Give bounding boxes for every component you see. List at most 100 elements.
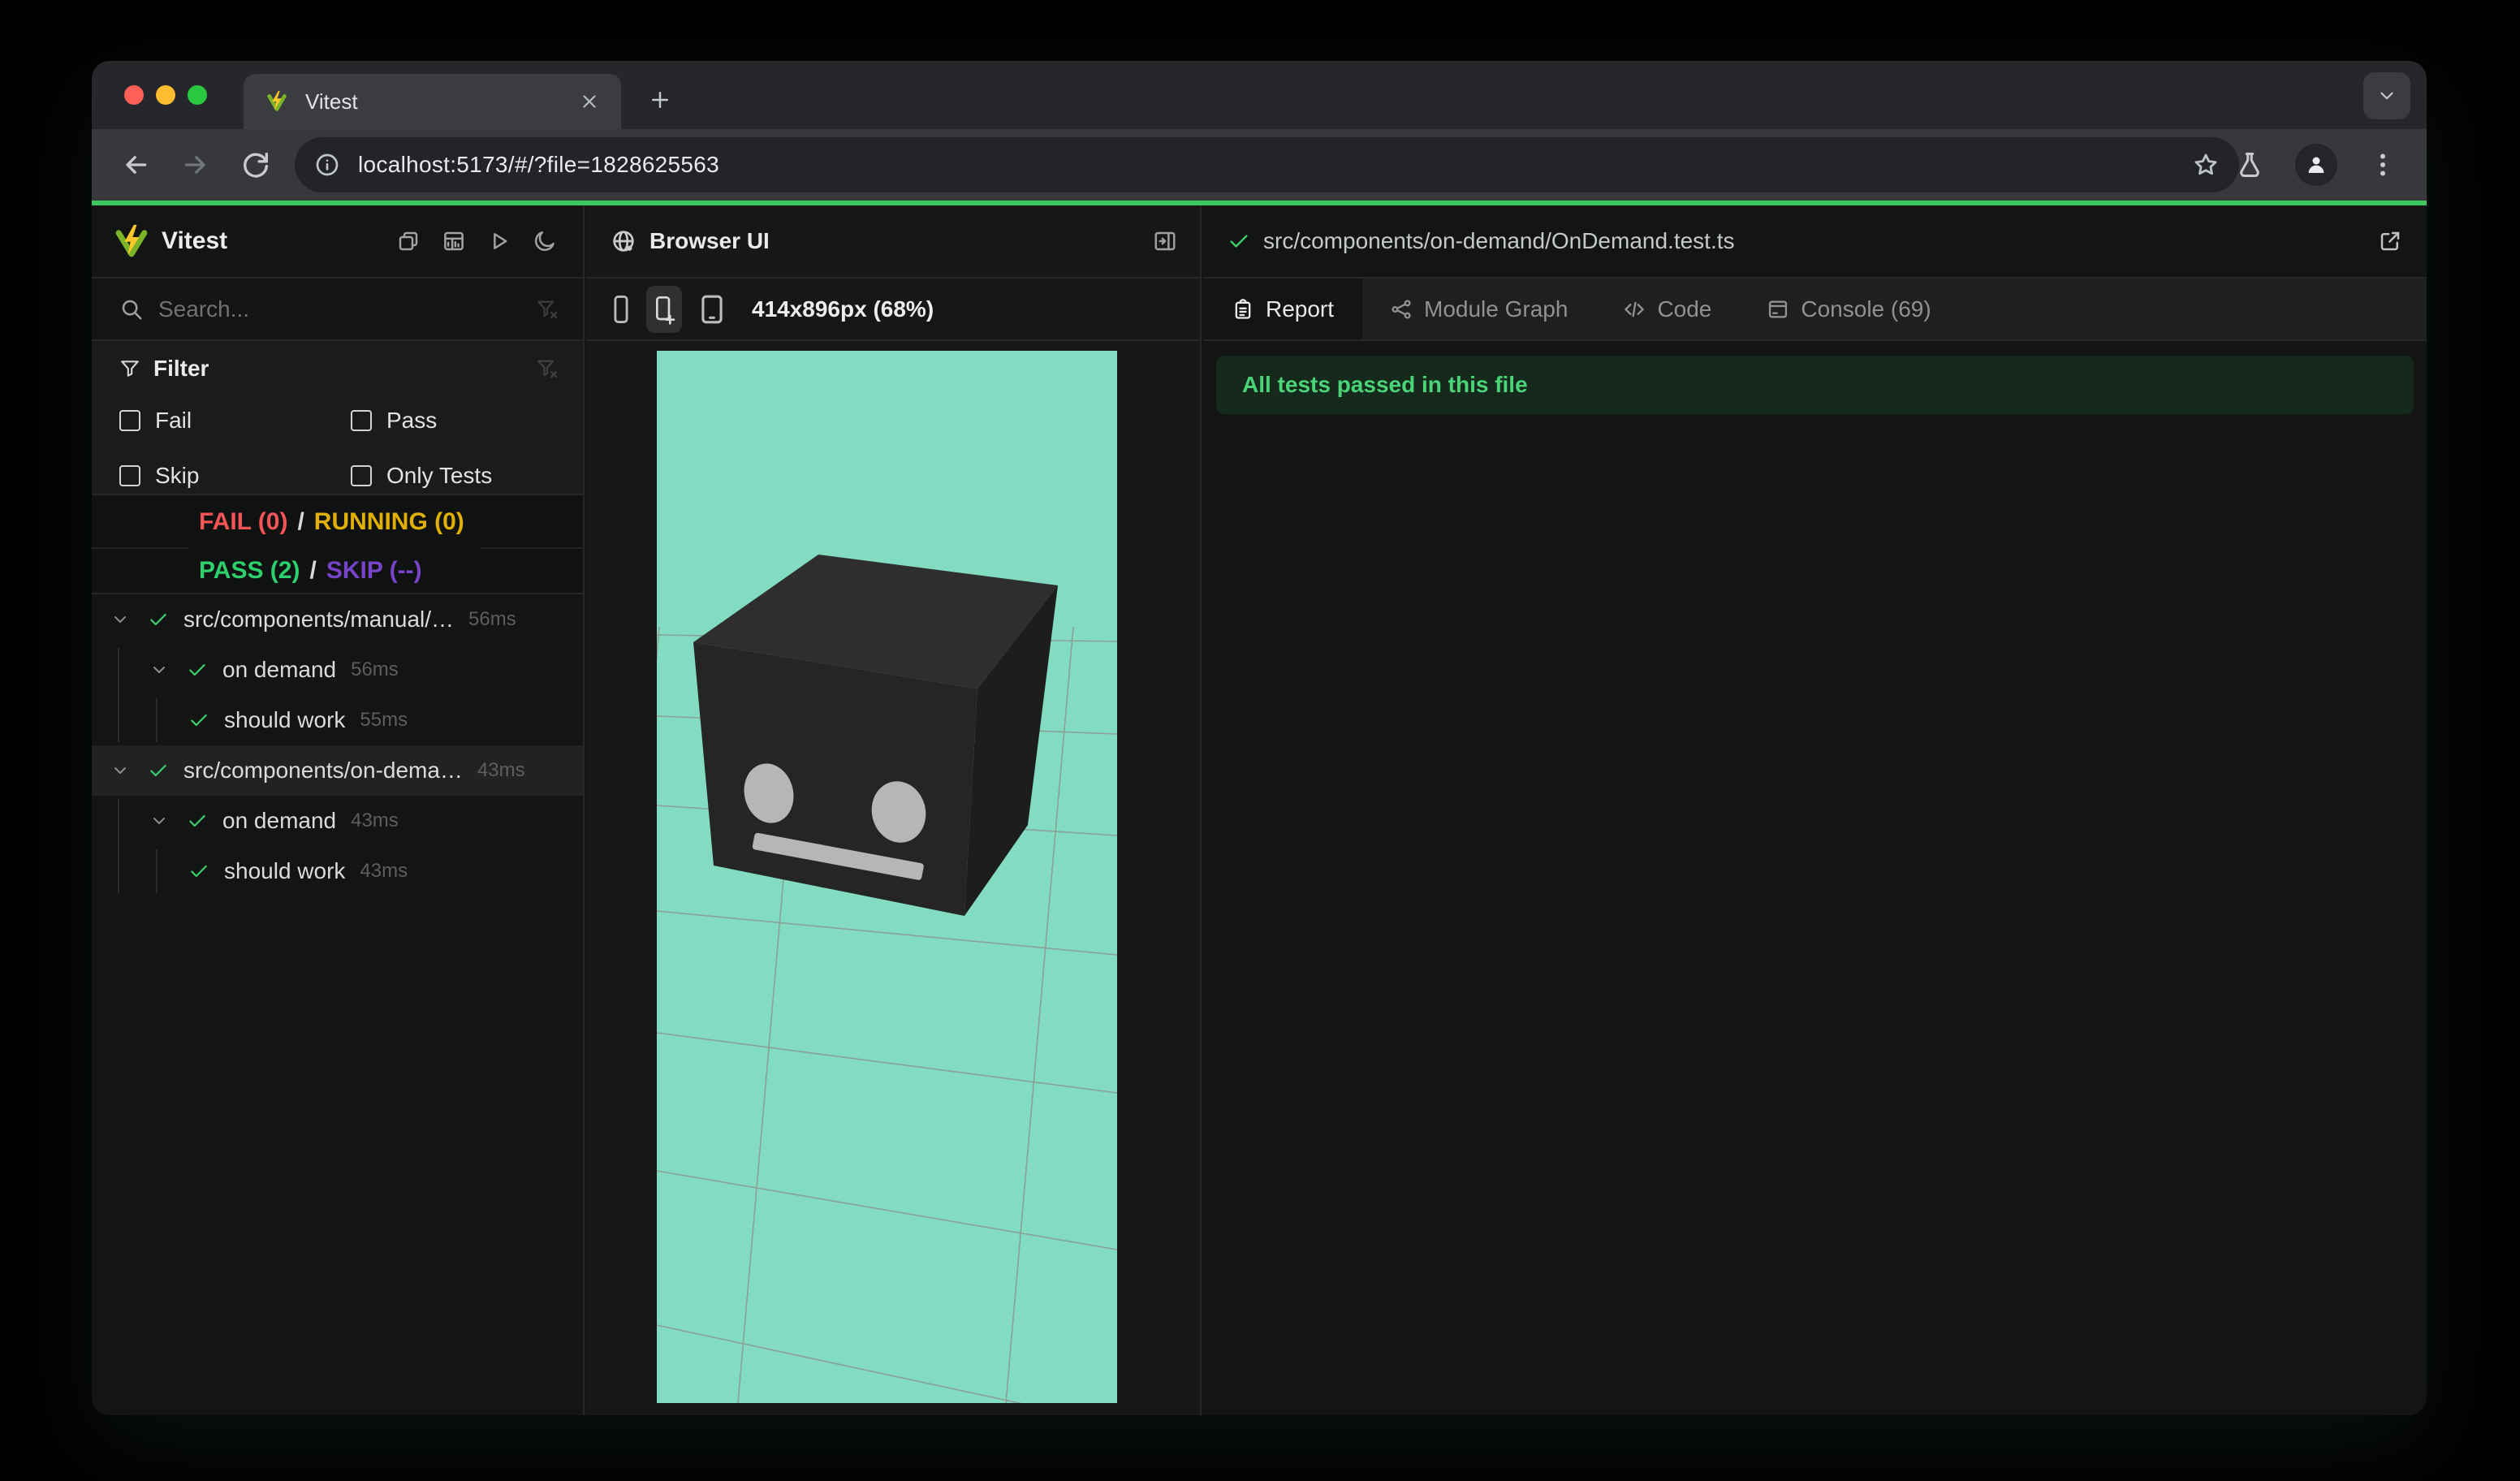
chevron-down-icon[interactable] [149, 660, 169, 680]
back-button[interactable] [119, 149, 152, 181]
chevron-down-icon[interactable] [110, 761, 130, 780]
dark-mode-moon-icon[interactable] [533, 229, 557, 253]
close-window-button[interactable] [124, 85, 144, 105]
tab-report[interactable]: Report [1203, 278, 1362, 339]
checkbox[interactable] [351, 410, 372, 431]
test-file-row-selected[interactable]: src/components/on-dema… 43ms [92, 745, 583, 796]
pass-check-icon [150, 613, 166, 626]
separator: / [297, 508, 304, 535]
banner-text: All tests passed in this file [1242, 372, 1528, 397]
clear-filter-icon[interactable] [536, 298, 559, 321]
browser-tab[interactable]: Vitest [244, 74, 621, 129]
device-phone-small-icon[interactable] [607, 293, 635, 326]
sidebar-header: Vitest [92, 205, 583, 278]
test-suite-row[interactable]: on demand 56ms [92, 645, 583, 695]
tab-label: Console (69) [1801, 296, 1931, 322]
test-label: should work [224, 707, 346, 732]
filter-option-fail[interactable]: Fail [119, 408, 192, 434]
divider [481, 547, 585, 549]
reload-button[interactable] [239, 149, 272, 181]
test-case-row[interactable]: should work 55ms [92, 695, 583, 745]
new-tab-button[interactable] [637, 77, 683, 123]
collapse-windows-icon[interactable] [396, 229, 421, 253]
pass-check-icon [189, 814, 205, 827]
app-title: Vitest [162, 227, 228, 254]
checkbox[interactable] [119, 410, 140, 431]
chevron-down-icon [2380, 92, 2393, 100]
profile-avatar[interactable] [2295, 144, 2337, 186]
pass-check-icon [191, 714, 207, 727]
minimize-window-button[interactable] [156, 85, 175, 105]
report-tab-bar: Report Module Graph Code Console (69) [1203, 278, 2427, 341]
fail-count: FAIL (0) [199, 508, 288, 535]
device-phone-plus-icon [656, 296, 675, 325]
test-file-row[interactable]: src/components/manual/… 56ms [92, 594, 583, 645]
threejs-scene [657, 555, 1117, 1403]
pass-check-icon [189, 663, 205, 676]
tab-search-button[interactable] [2363, 72, 2410, 119]
test-case-row[interactable]: should work 43ms [92, 846, 583, 896]
back-icon [126, 156, 147, 174]
tab-module-graph[interactable]: Module Graph [1362, 278, 1595, 339]
viewport-size-label: 414x896px (68%) [752, 296, 934, 322]
open-external-icon[interactable] [2378, 229, 2402, 253]
device-phone-active-button[interactable] [646, 285, 682, 333]
browser-ui-title: Browser UI [649, 228, 770, 253]
checkbox[interactable] [119, 465, 140, 486]
chevron-down-icon[interactable] [149, 811, 169, 831]
test-suite-row[interactable]: on demand 43ms [92, 796, 583, 846]
pass-check-icon [150, 764, 166, 777]
menu-dots-icon[interactable] [2368, 150, 2397, 179]
dashboard-icon[interactable] [442, 229, 466, 253]
checkbox-label: Pass [386, 408, 438, 433]
search-input[interactable] [158, 296, 467, 322]
code-icon [1625, 301, 1645, 317]
status-line-pass-skip: PASS (2) / SKIP (--) [199, 546, 422, 596]
test-label: src/components/manual/… [183, 607, 455, 632]
tab-label: Report [1265, 296, 1335, 322]
test-duration: 43ms [477, 759, 525, 781]
checkbox-label: Only Tests [386, 463, 493, 488]
clear-filter-icon[interactable] [536, 357, 559, 380]
bookmark-star-icon[interactable] [2192, 151, 2220, 179]
all-tests-passed-banner: All tests passed in this file [1216, 356, 2414, 414]
panel-right-toggle-icon[interactable] [1153, 229, 1177, 253]
sidebar-actions [396, 229, 583, 253]
skip-count: SKIP (--) [326, 557, 422, 584]
flask-experiments-icon[interactable] [2235, 150, 2264, 179]
zoom-window-button[interactable] [188, 85, 207, 105]
report-panel: src/components/on-demand/OnDemand.test.t… [1203, 205, 2427, 1415]
status-summary: FAIL (0) / RUNNING (0) PASS (2) / SKIP (… [92, 495, 585, 596]
close-tab-icon[interactable] [579, 91, 600, 112]
test-duration: 56ms [468, 608, 516, 630]
filter-option-skip[interactable]: Skip [119, 463, 199, 489]
url-bar[interactable]: localhost:5173/#/?file=1828625563 [295, 137, 2239, 192]
filter-option-pass[interactable]: Pass [351, 408, 437, 434]
separator: / [309, 557, 317, 584]
site-info-icon[interactable] [314, 152, 340, 178]
reload-icon [244, 153, 268, 178]
run-all-icon[interactable] [487, 229, 511, 253]
test-viewport[interactable] [657, 351, 1117, 1403]
browser-toolbar: localhost:5173/#/?file=1828625563 [92, 129, 2427, 201]
checkbox[interactable] [351, 465, 372, 486]
tab-code[interactable]: Code [1595, 278, 1739, 339]
filter-title: Filter [153, 356, 209, 381]
globe-icon [613, 231, 634, 252]
test-duration: 43ms [360, 860, 408, 882]
filter-option-only-tests[interactable]: Only Tests [351, 463, 492, 489]
vitest-logo-icon [115, 224, 148, 257]
report-header: src/components/on-demand/OnDemand.test.t… [1203, 205, 2427, 278]
device-toolbar: 414x896px (68%) [586, 278, 1200, 341]
forward-button[interactable] [179, 149, 212, 181]
browser-ui-header: Browser UI [586, 205, 1200, 278]
browser-window: Vitest localhost:5173/#/?file=1828625563… [92, 61, 2427, 1415]
tab-console[interactable]: Console (69) [1739, 278, 1958, 339]
device-tablet-icon[interactable] [697, 292, 727, 326]
pass-check-icon [191, 865, 207, 878]
funnel-icon [121, 361, 139, 377]
divider [92, 547, 188, 549]
search-icon [122, 300, 142, 319]
tab-label: Module Graph [1424, 296, 1569, 322]
chevron-down-icon[interactable] [110, 610, 130, 629]
